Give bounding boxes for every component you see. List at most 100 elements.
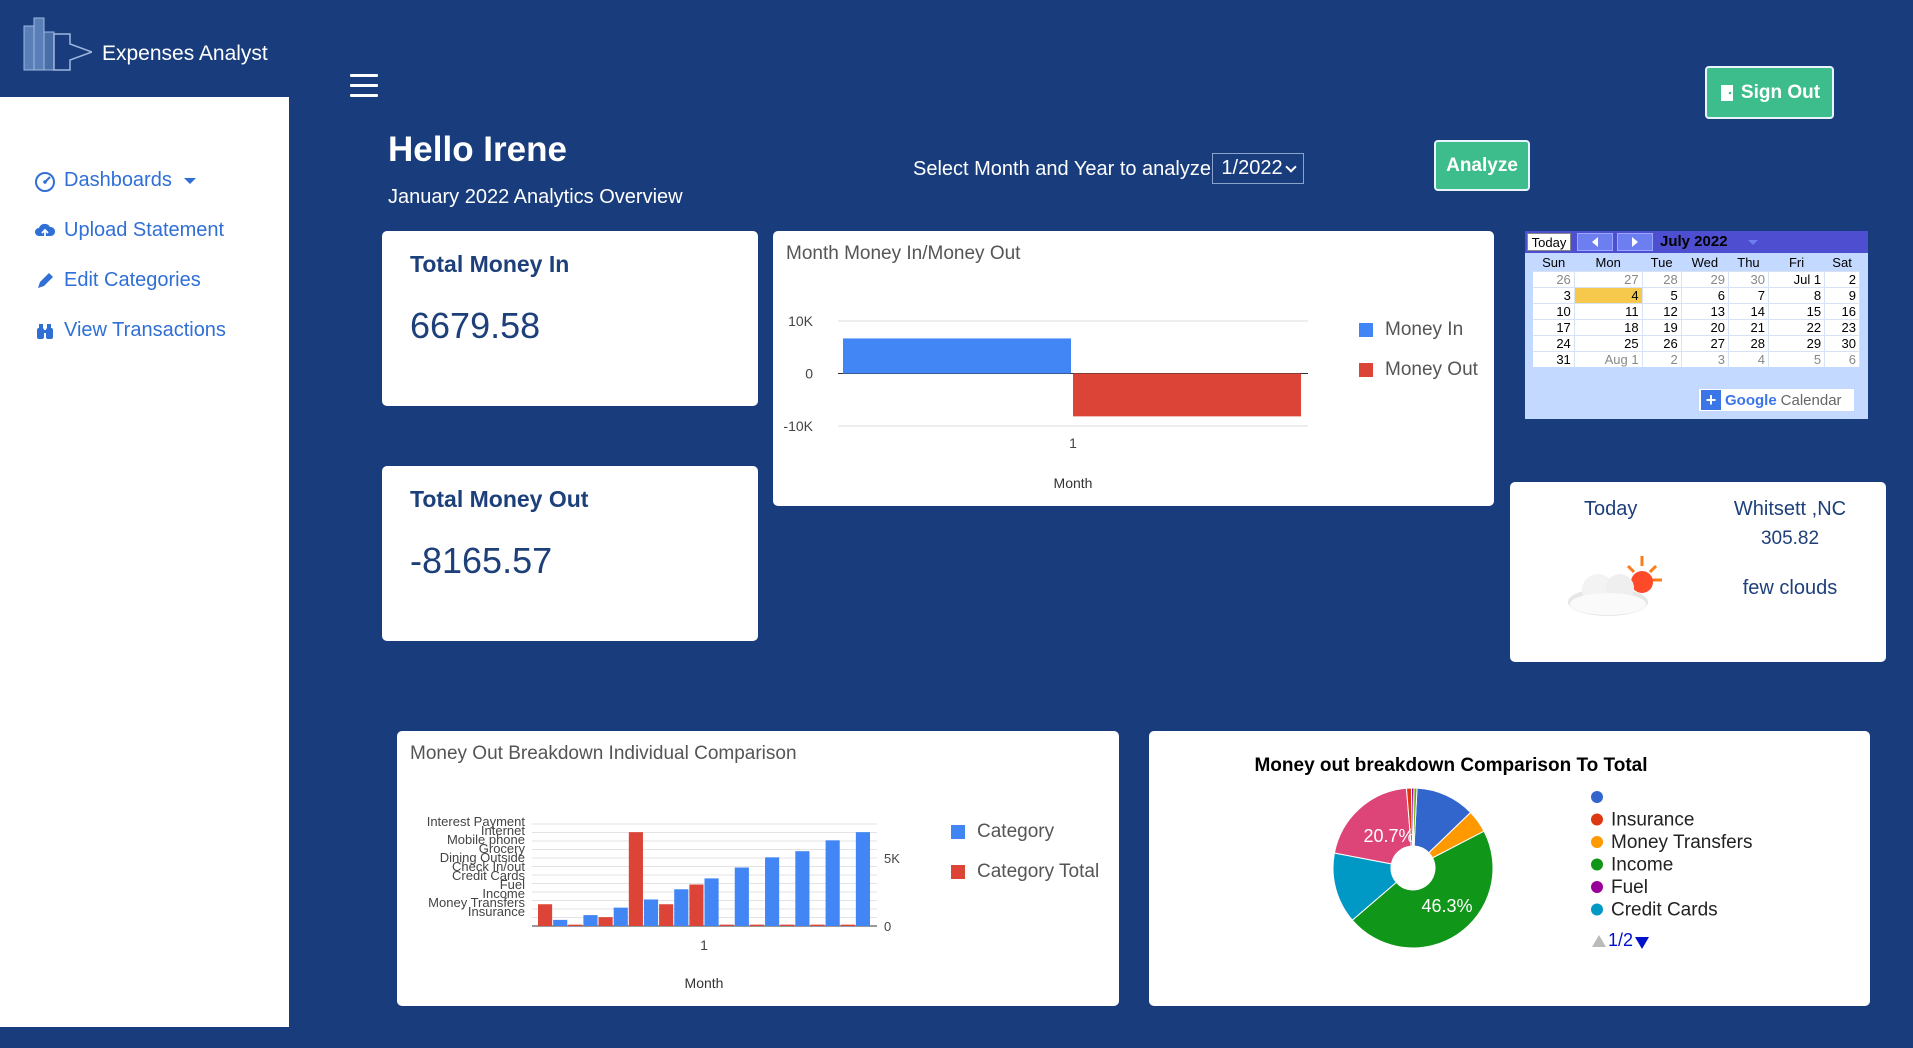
sign-out-button[interactable]: Sign Out	[1705, 66, 1834, 119]
calendar-day[interactable]: 25	[1574, 334, 1643, 351]
legend-label: Category Total	[977, 861, 1100, 882]
analyze-button[interactable]: Analyze	[1434, 140, 1530, 191]
calendar-day[interactable]: 3	[1681, 350, 1729, 367]
legend-label: Fuel	[1611, 877, 1648, 898]
selected-month: 1/2022	[1221, 157, 1283, 179]
calendar-day[interactable]: 2	[1824, 270, 1860, 287]
calendar-day[interactable]: 6	[1824, 350, 1860, 367]
legend-swatch	[1591, 813, 1603, 826]
x-tick-label: 1	[1069, 435, 1077, 451]
calendar-day[interactable]: Aug 1	[1574, 350, 1643, 367]
door-exit-icon	[1720, 84, 1733, 101]
calendar-day-today[interactable]: 4	[1574, 286, 1643, 303]
calendar-next-button[interactable]	[1617, 233, 1653, 251]
partly-cloudy-icon	[1568, 556, 1662, 616]
buildings-logo-icon	[23, 17, 92, 71]
calendar-day[interactable]: 6	[1681, 286, 1729, 303]
bar-category-total	[780, 924, 795, 926]
calendar-day[interactable]: 29	[1681, 270, 1729, 287]
calendar-weekday: Sun	[1542, 255, 1566, 271]
calendar-day[interactable]: 8	[1768, 286, 1826, 303]
calendar-day[interactable]: 3	[1533, 286, 1575, 303]
calendar-day[interactable]: 18	[1574, 318, 1643, 335]
calendar-day[interactable]: 31	[1533, 350, 1575, 367]
calendar-day[interactable]: 12	[1642, 302, 1682, 319]
y-tick-label: -10K	[783, 418, 813, 434]
calendar-weekday: Thu	[1737, 255, 1760, 271]
calendar-day[interactable]: 2	[1642, 350, 1682, 367]
calendar-day[interactable]: 27	[1681, 334, 1729, 351]
calendar-day[interactable]: 5	[1768, 350, 1826, 367]
calendar-day[interactable]: 5	[1642, 286, 1682, 303]
calendar-day[interactable]: 17	[1533, 318, 1575, 335]
x-axis-label: Month	[685, 975, 724, 991]
legend-pager-label: 1/2	[1608, 930, 1633, 950]
calendar-today-button[interactable]: Today	[1527, 233, 1571, 251]
month-select-label: Select Month and Year to analyze	[913, 158, 1211, 180]
calendar-grid: Sun Mon Tue Wed Thu Fri Sat 26 27 28 29 30 Jul 12 3…	[1533, 255, 1860, 367]
chevron-down-icon	[1284, 160, 1297, 173]
calendar-prev-button[interactable]	[1577, 233, 1613, 251]
bar-money-in	[843, 338, 1071, 374]
y-axis-category-label: Insurance	[468, 904, 525, 919]
sidebar-item-view-transactions[interactable]: View Transactions	[34, 319, 226, 342]
menu-toggle-icon[interactable]	[350, 74, 378, 98]
calendar-day[interactable]: 19	[1642, 318, 1682, 335]
calendar-day[interactable]: 10	[1533, 302, 1575, 319]
calendar-day[interactable]: 29	[1768, 334, 1826, 351]
calendar-day[interactable]: 28	[1642, 270, 1682, 287]
sidebar: Dashboards Upload Statement Edit Categor…	[0, 97, 289, 1027]
calendar-day[interactable]: 26	[1642, 334, 1682, 351]
legend-label: Income	[1611, 855, 1673, 876]
calendar-day[interactable]: 4	[1728, 350, 1769, 367]
calendar-day[interactable]: 30	[1728, 270, 1769, 287]
bar-money-out	[1073, 373, 1301, 417]
pager-prev-icon	[1592, 935, 1606, 947]
legend-item[interactable]: Money In	[1359, 319, 1478, 341]
calendar-day[interactable]: 9	[1824, 286, 1860, 303]
bar-category	[704, 878, 719, 926]
legend-swatch	[1591, 881, 1603, 893]
sidebar-item-label: Edit Categories	[64, 269, 201, 291]
calendar-day[interactable]: 14	[1728, 302, 1769, 319]
calendar-day[interactable]: 15	[1768, 302, 1826, 319]
calendar-month-label: July 2022	[1660, 233, 1728, 250]
calendar-day[interactable]: 27	[1574, 270, 1643, 287]
sidebar-item-dashboards[interactable]: Dashboards	[34, 169, 196, 192]
calendar-day[interactable]: 23	[1824, 318, 1860, 335]
month-year-select[interactable]: 1/2022	[1212, 153, 1304, 184]
calendar-day[interactable]: 21	[1728, 318, 1769, 335]
calendar-day[interactable]: 20	[1681, 318, 1729, 335]
calendar-weekday: Wed	[1691, 255, 1719, 271]
calendar-day[interactable]: 7	[1728, 286, 1769, 303]
x-axis-label: Month	[1054, 475, 1093, 491]
breakdown-individual-chart-card: Money Out Breakdown Individual Compariso…	[397, 731, 1119, 1006]
calendar-day[interactable]: Jul 1	[1768, 270, 1826, 287]
bar-category-total	[719, 924, 734, 926]
calendar-day[interactable]: 22	[1768, 318, 1826, 335]
legend-item[interactable]: Category	[951, 821, 1099, 843]
sidebar-item-label: Dashboards	[64, 169, 172, 191]
calendar-day[interactable]: 26	[1533, 270, 1575, 287]
legend-swatch	[1591, 836, 1603, 848]
calendar-day[interactable]: 24	[1533, 334, 1575, 351]
calendar-day[interactable]: 11	[1574, 302, 1643, 319]
calendar-day[interactable]: 28	[1728, 334, 1769, 351]
bar-category-total	[628, 832, 643, 926]
bar-category	[643, 899, 659, 926]
calendar-weekday: Mon	[1595, 255, 1621, 271]
chevron-down-icon	[183, 177, 196, 184]
chevron-down-icon[interactable]	[1748, 240, 1758, 245]
calendar-day[interactable]: 13	[1681, 302, 1729, 319]
google-calendar-link[interactable]: + Google Calendar	[1699, 389, 1854, 411]
legend-item[interactable]: Money Out	[1359, 359, 1478, 381]
legend-item[interactable]: Category Total	[951, 861, 1099, 883]
sidebar-item-edit-categories[interactable]: Edit Categories	[34, 269, 201, 292]
bar-category-total	[840, 924, 855, 926]
calendar-day[interactable]: 16	[1824, 302, 1860, 319]
chart-title: Money out breakdown Comparison To Total	[1254, 755, 1647, 776]
sidebar-item-upload-statement[interactable]: Upload Statement	[34, 219, 224, 242]
pie-slice-label: 20.7%	[1363, 826, 1414, 846]
calendar-day[interactable]: 30	[1824, 334, 1860, 351]
bar-category	[553, 919, 568, 926]
